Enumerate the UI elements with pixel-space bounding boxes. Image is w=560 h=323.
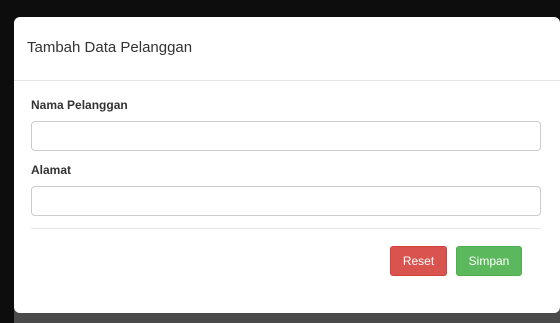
form-group-nama: Nama Pelanggan	[31, 98, 543, 151]
add-customer-modal: Tambah Data Pelanggan Nama Pelanggan Ala…	[14, 17, 560, 313]
nama-pelanggan-input[interactable]	[31, 121, 541, 151]
save-button[interactable]: Simpan	[456, 246, 522, 276]
modal-title: Tambah Data Pelanggan	[27, 39, 193, 56]
alamat-label: Alamat	[31, 163, 72, 177]
modal-body: Nama Pelanggan Alamat Reset Simpan	[14, 81, 560, 287]
reset-button[interactable]: Reset	[390, 246, 447, 276]
nama-pelanggan-label: Nama Pelanggan	[31, 98, 128, 112]
modal-header: Tambah Data Pelanggan	[14, 17, 560, 81]
alamat-input[interactable]	[31, 186, 541, 216]
form-group-alamat: Alamat	[31, 163, 543, 216]
modal-footer: Reset Simpan	[31, 229, 543, 287]
